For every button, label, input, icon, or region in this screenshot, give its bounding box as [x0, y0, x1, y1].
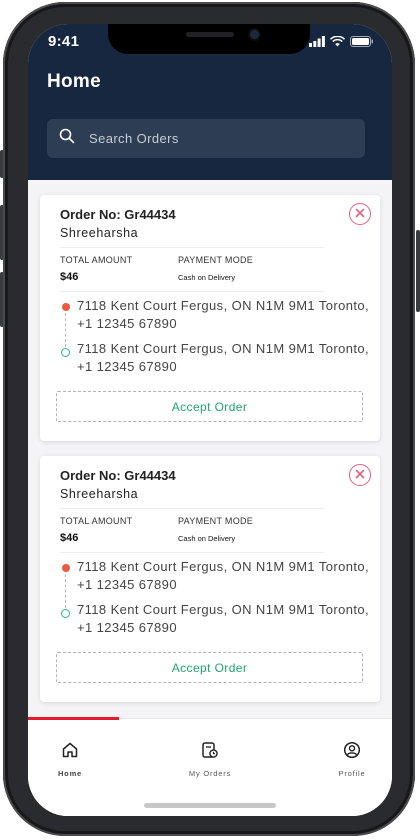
status-icons — [309, 34, 374, 52]
accept-order-button[interactable]: Accept Order — [56, 391, 363, 422]
power-button — [416, 230, 420, 312]
tab-profile[interactable]: Profile — [312, 741, 392, 778]
route-line — [65, 574, 66, 608]
payment-mode-label: PAYMENT MODE — [178, 255, 254, 265]
payment-mode-label: PAYMENT MODE — [178, 516, 254, 526]
tab-home[interactable]: Home — [30, 741, 110, 778]
accept-order-button[interactable]: Accept Order — [56, 652, 363, 683]
profile-icon — [343, 741, 361, 761]
payment-mode-value: Cash on Delivery — [178, 273, 236, 282]
dropoff-address: 7118 Kent Court Fergus, ON N1M 9M1 Toron… — [77, 602, 370, 635]
page-title: Home — [47, 71, 101, 92]
tab-label: My Orders — [188, 769, 232, 778]
search-input[interactable] — [87, 130, 341, 147]
battery-icon — [350, 34, 374, 52]
orders-icon — [201, 741, 219, 761]
tab-label: Profile — [338, 769, 366, 778]
dropoff-dot-icon — [61, 609, 70, 618]
total-amount-value: $46 — [60, 532, 79, 544]
customer-name: Shreeharsha — [60, 487, 139, 501]
close-icon — [355, 205, 365, 223]
front-camera — [250, 30, 259, 39]
payment-mode-value: Cash on Delivery — [178, 534, 236, 543]
total-amount-label: TOTAL AMOUNT — [60, 255, 133, 265]
reject-order-button[interactable] — [349, 464, 371, 486]
route-line — [65, 313, 66, 347]
close-icon — [355, 466, 365, 484]
dropoff-dot-icon — [61, 348, 70, 357]
pickup-address: 7118 Kent Court Fergus, ON N1M 9M1 Toron… — [77, 298, 370, 331]
order-number: Order No: Gr44434 — [60, 468, 176, 483]
search-bar[interactable] — [47, 119, 365, 158]
status-time: 9:41 — [48, 33, 80, 50]
order-card: Order No: Gr44434 Shreeharsha TOTAL AMOU… — [40, 456, 380, 702]
notch — [108, 24, 310, 54]
pickup-address: 7118 Kent Court Fergus, ON N1M 9M1 Toron… — [77, 559, 370, 592]
divider — [60, 291, 324, 292]
app-screen: 9:41 Home Search Orders Order No: Gr4443… — [28, 24, 392, 816]
phone-mockup: 9:41 Home Search Orders Order No: Gr4443… — [0, 0, 420, 840]
divider — [60, 552, 324, 553]
speaker-grille — [186, 32, 234, 37]
divider — [60, 247, 324, 248]
home-icon — [61, 741, 79, 761]
reject-order-button[interactable] — [349, 203, 371, 225]
tab-label: Home — [57, 769, 83, 778]
total-amount-label: TOTAL AMOUNT — [60, 516, 133, 526]
divider — [60, 508, 324, 509]
active-tab-indicator — [28, 717, 119, 720]
home-indicator — [144, 803, 276, 808]
dropoff-address: 7118 Kent Court Fergus, ON N1M 9M1 Toron… — [77, 341, 370, 374]
total-amount-value: $46 — [60, 271, 79, 283]
order-card: Order No: Gr44434 Shreeharsha TOTAL AMOU… — [40, 195, 380, 441]
pickup-dot-icon — [62, 303, 70, 311]
bottom-tab-bar: Home My Orders Profile — [28, 717, 392, 816]
tab-my-orders[interactable]: My Orders — [170, 741, 250, 778]
wifi-icon — [329, 34, 346, 52]
pickup-dot-icon — [62, 564, 70, 572]
order-number: Order No: Gr44434 — [60, 207, 176, 222]
customer-name: Shreeharsha — [60, 226, 139, 240]
search-icon — [47, 128, 75, 149]
signal-icon — [309, 34, 325, 52]
